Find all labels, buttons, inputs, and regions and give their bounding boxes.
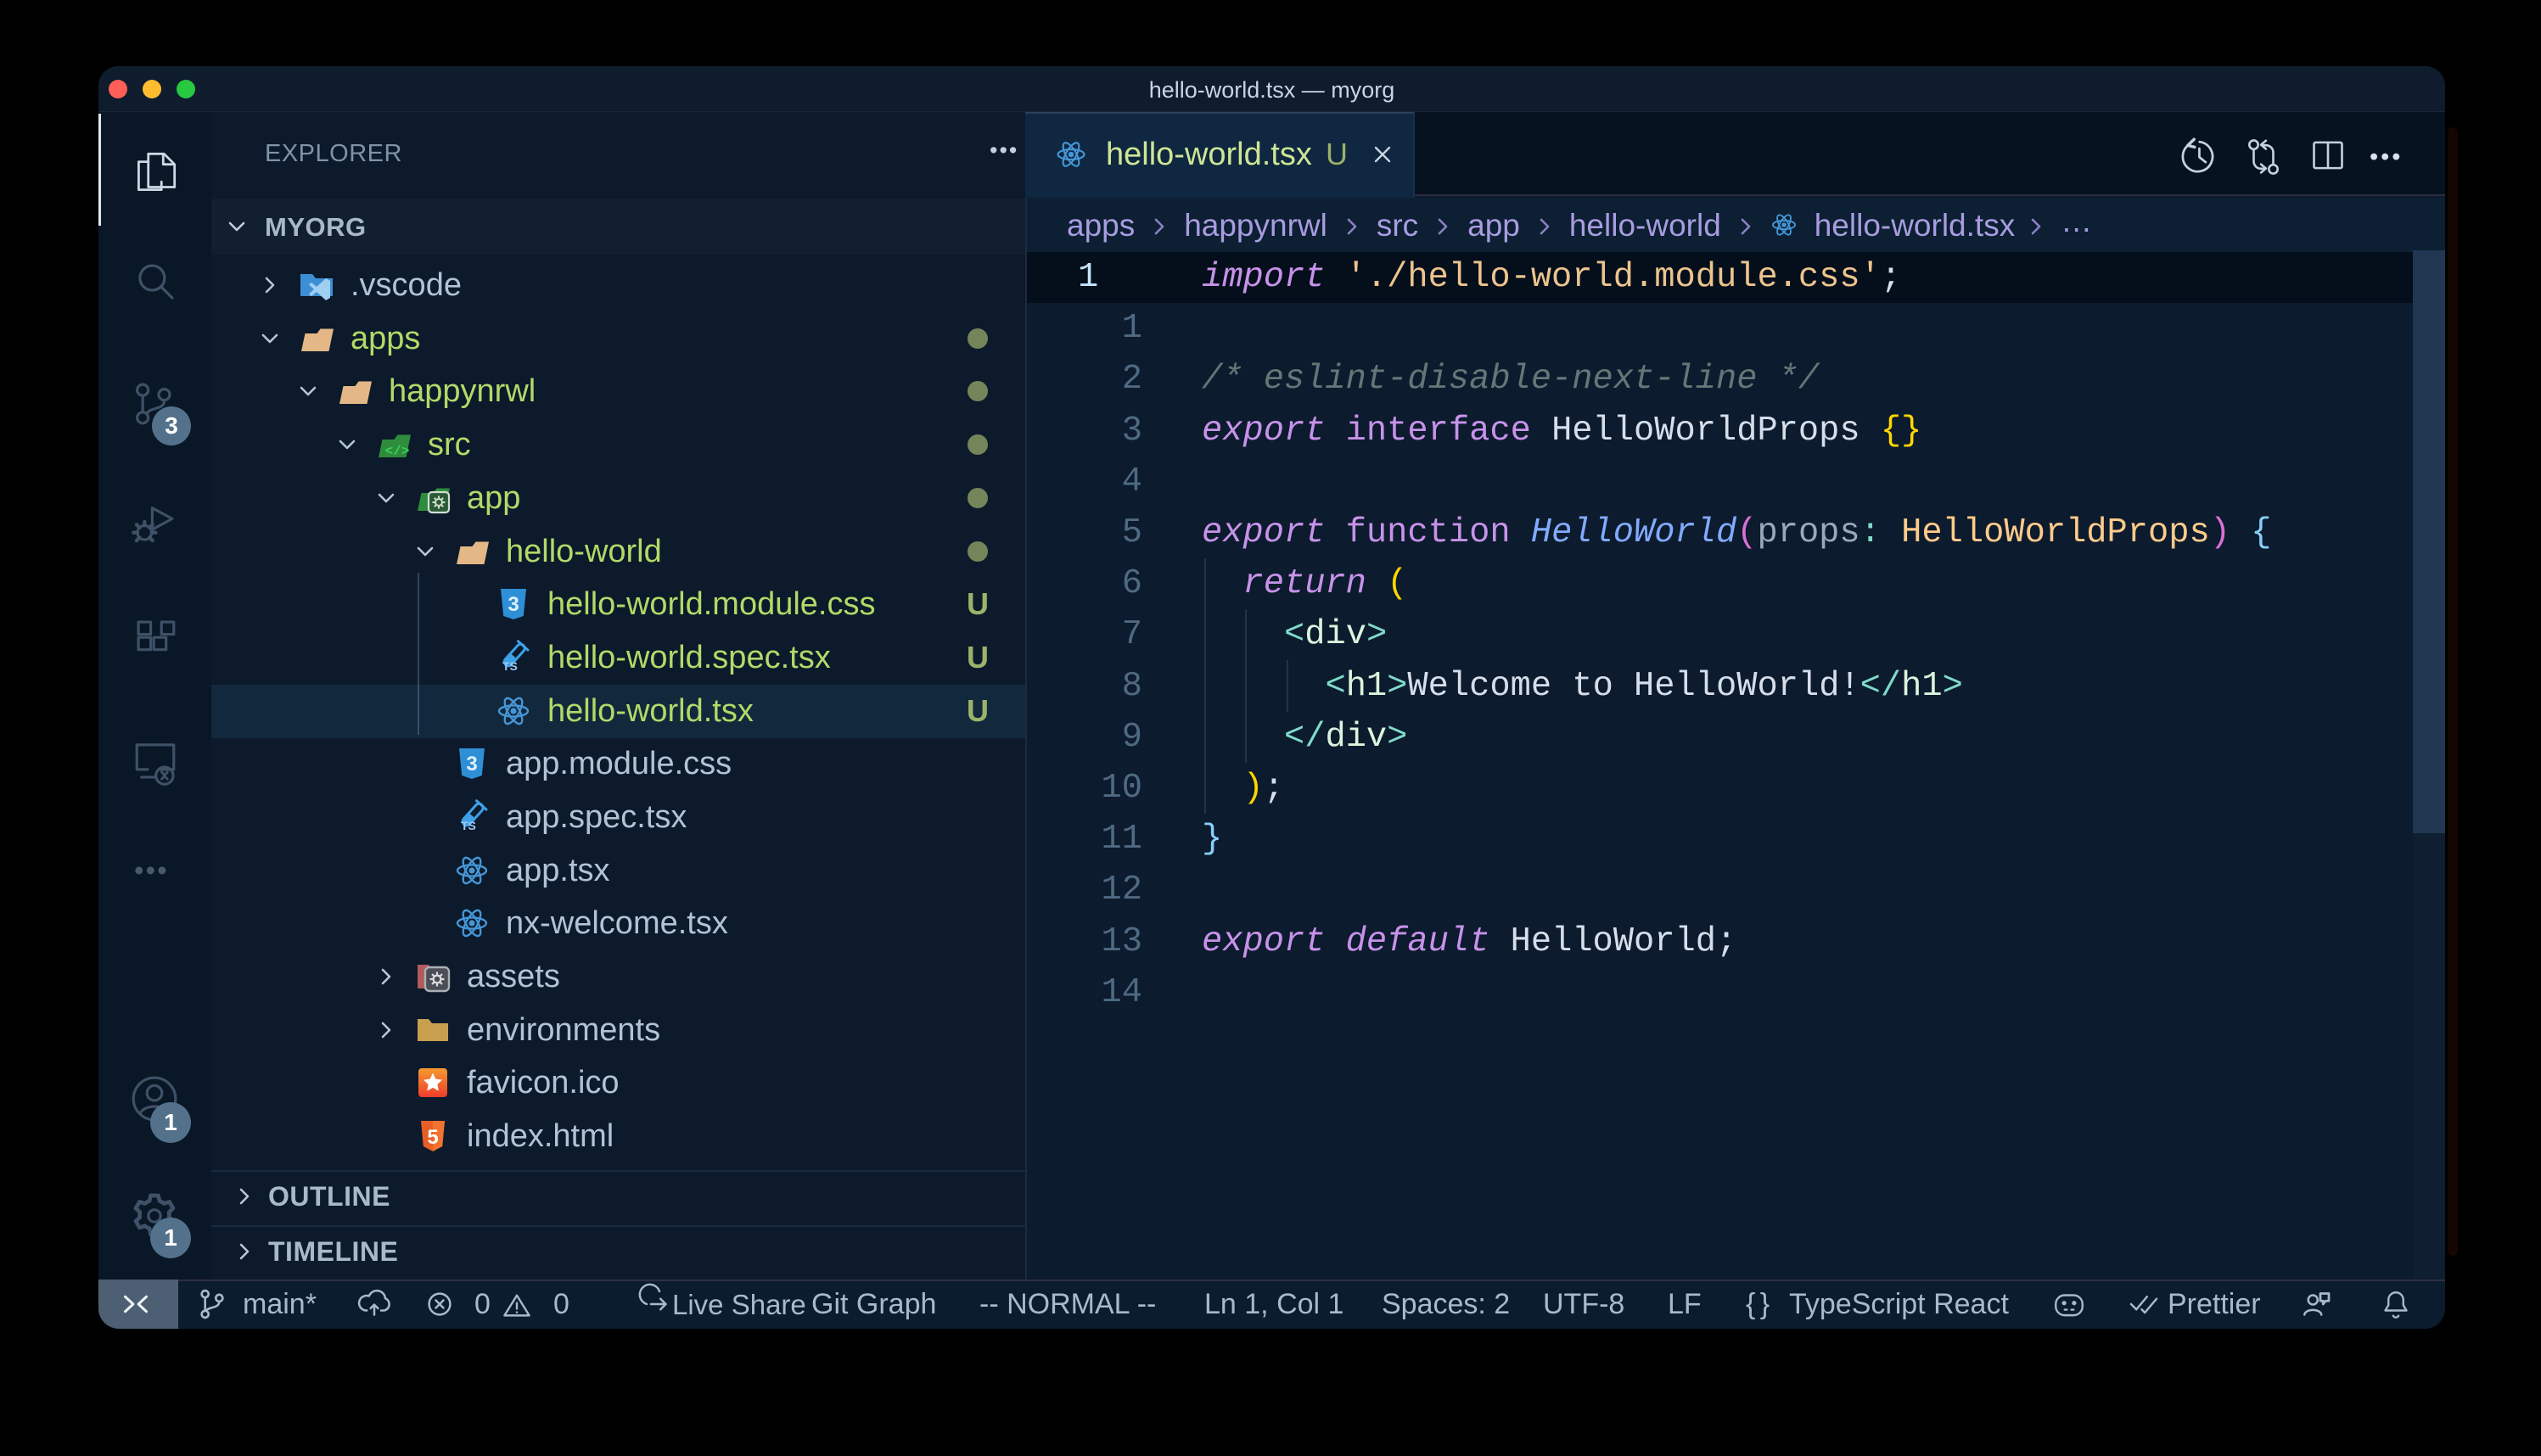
svg-text:5: 5 (427, 1126, 438, 1149)
svg-text:TS: TS (502, 659, 518, 673)
svg-text:3: 3 (466, 753, 477, 776)
svg-text:3: 3 (508, 593, 519, 616)
svg-text:</>: </> (385, 444, 410, 459)
svg-text:TS: TS (461, 819, 476, 832)
